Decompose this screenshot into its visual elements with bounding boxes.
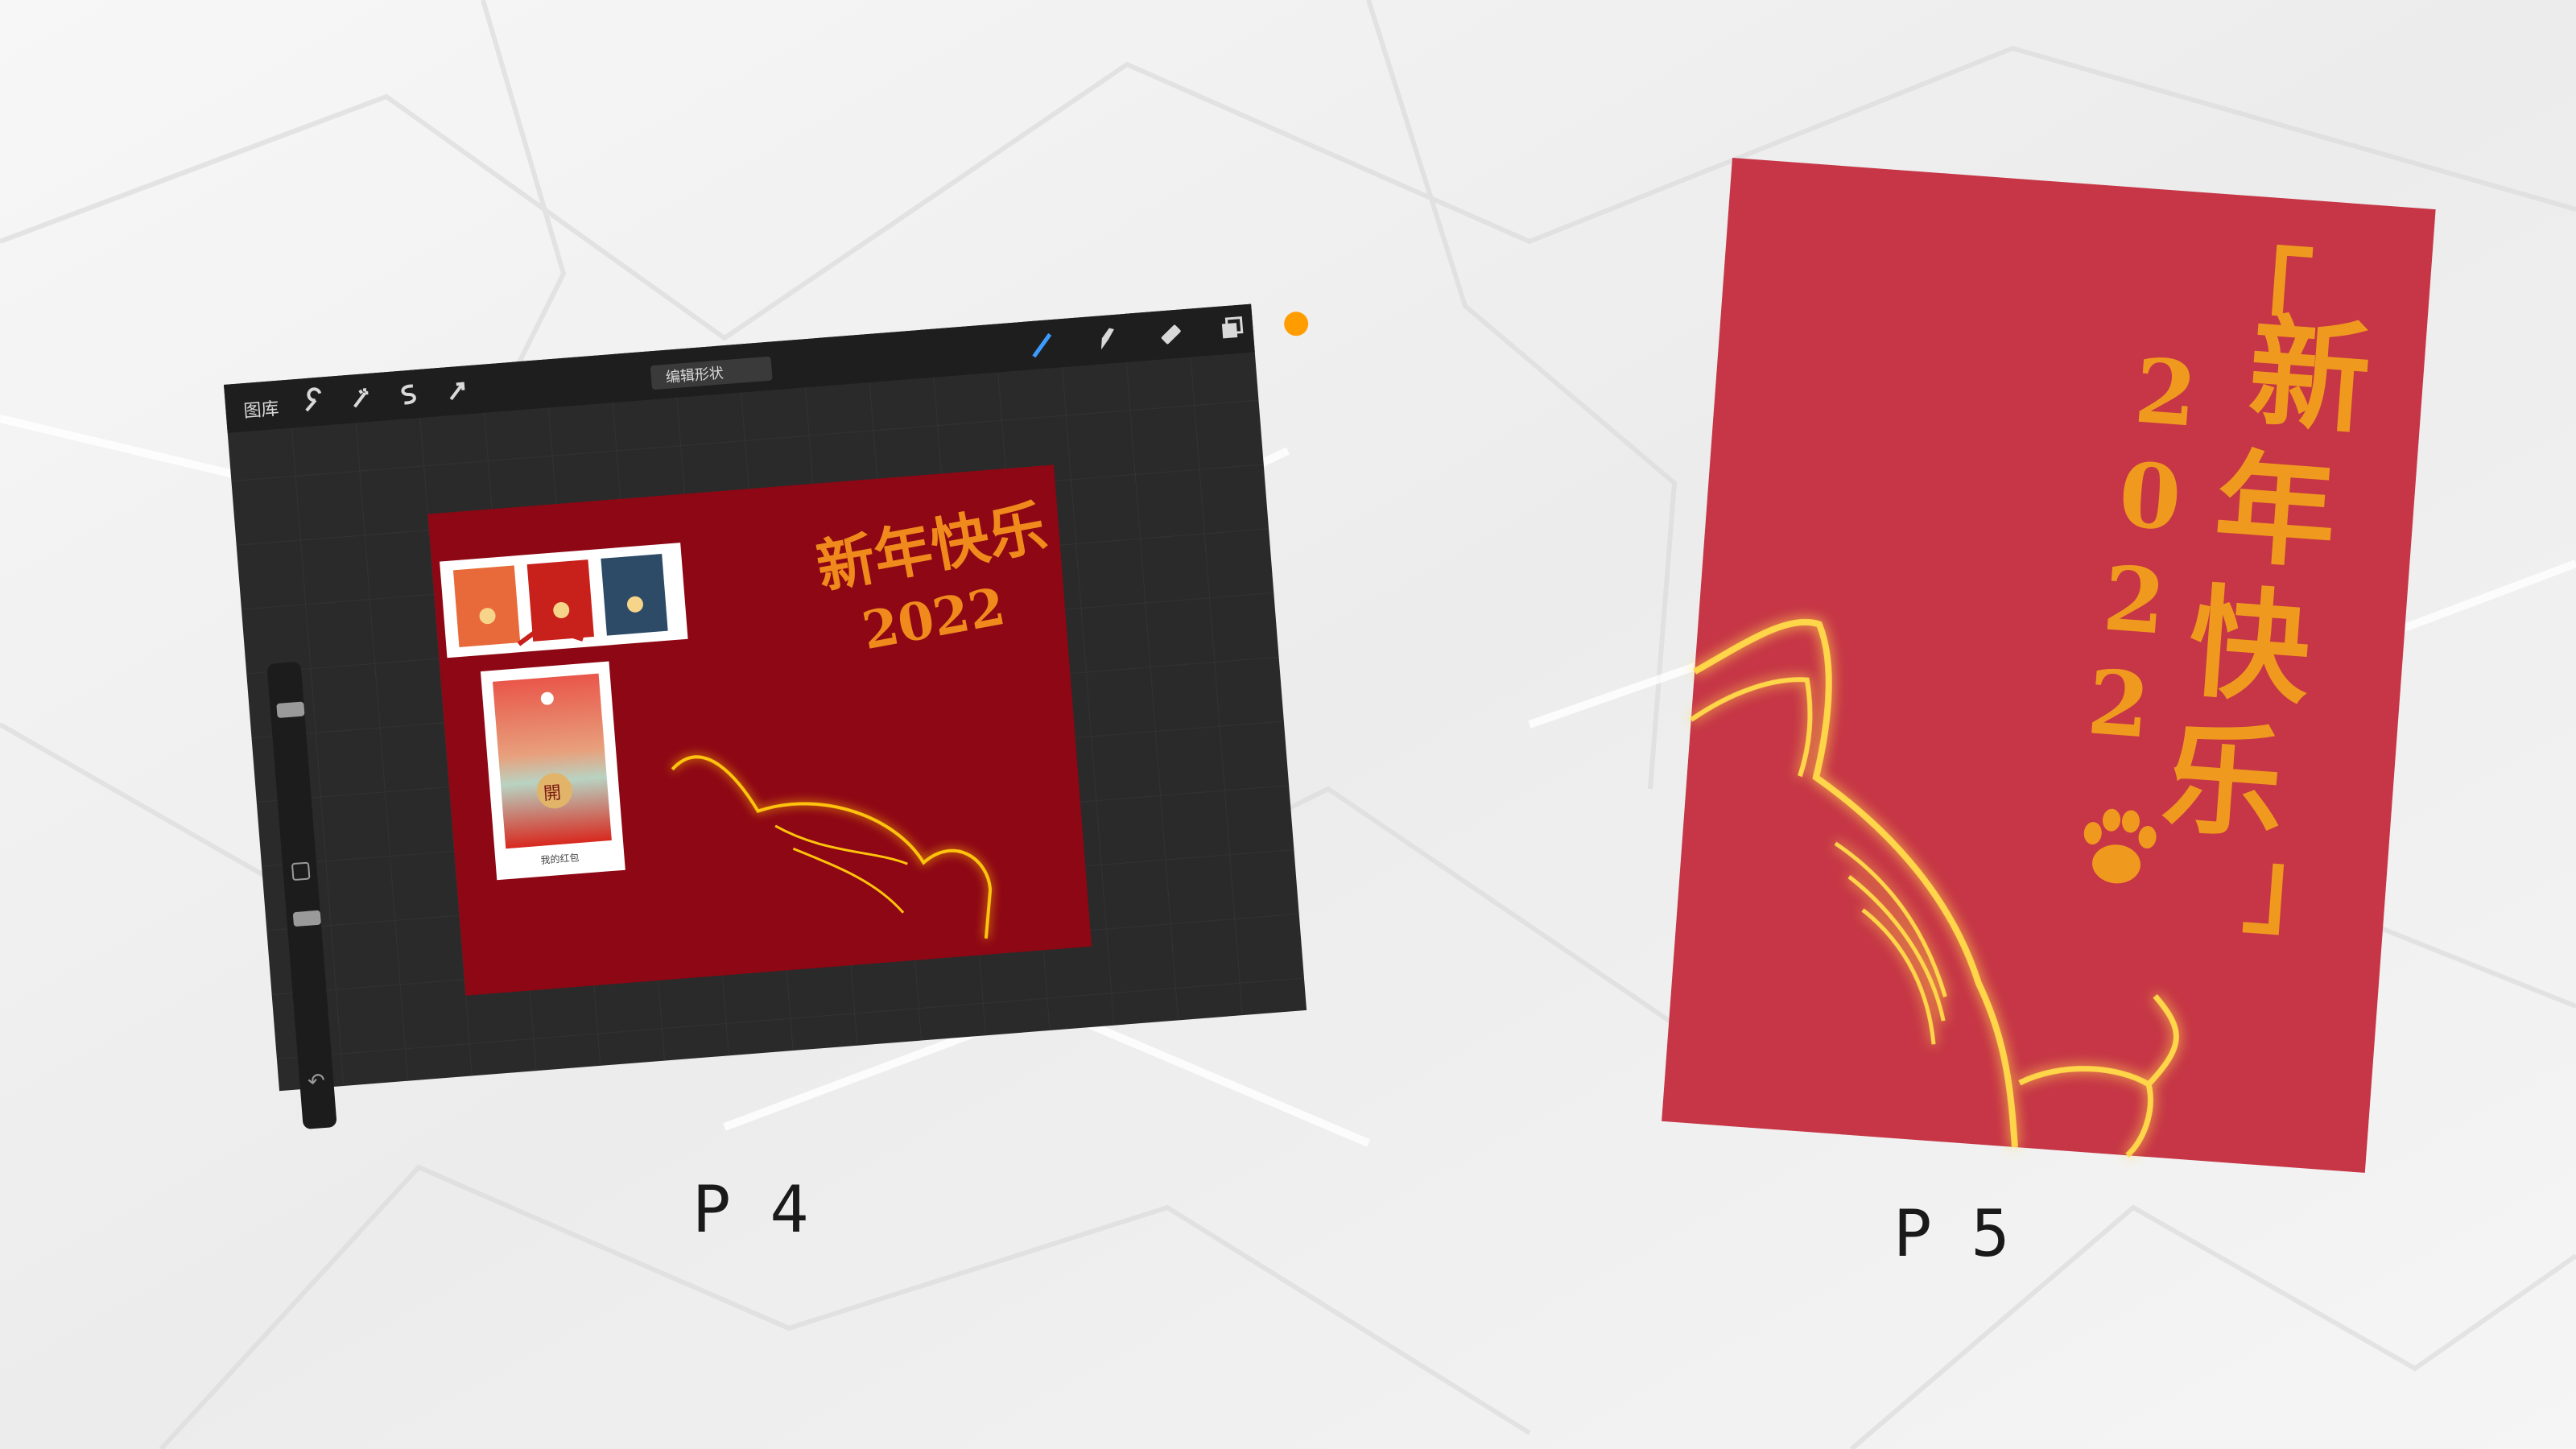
poster-title-char-3: 快	[2184, 571, 2315, 721]
poster-title-char-1: 新	[2244, 301, 2376, 452]
poster-year-digit-2: 0	[2116, 443, 2185, 551]
poster-year-digit-1: 2	[2131, 339, 2200, 447]
poster-title-bracket-close: 」	[2240, 824, 2353, 954]
poster-title-char-2: 年	[2210, 436, 2341, 586]
poster-artwork: 「 新 年 快 乐 」 2 0 2 2 P 5	[1662, 158, 2436, 1271]
caption-right: P 5	[1893, 1196, 2010, 1271]
poster-year-digit-3: 2	[2099, 546, 2169, 654]
poster-year-digit-4: 2	[2084, 650, 2153, 758]
